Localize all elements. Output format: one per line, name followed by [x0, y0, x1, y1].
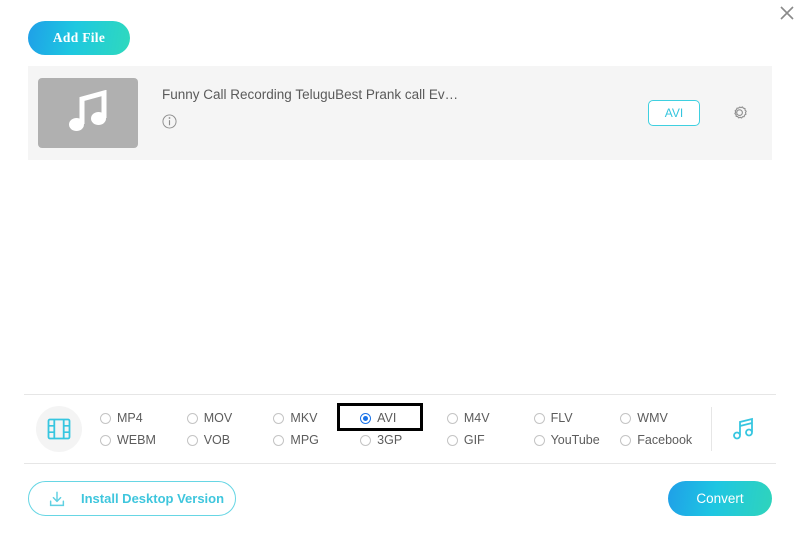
format-selection-bar: MP4 MOV MKV AVI M4V FLV WMV WEBM VOB MPG…	[24, 394, 776, 464]
format-option-vob[interactable]: VOB	[185, 429, 272, 451]
format-option-mpg[interactable]: MPG	[271, 429, 358, 451]
film-strip-icon	[46, 416, 72, 442]
format-option-label: MOV	[204, 411, 232, 425]
format-options-grid: MP4 MOV MKV AVI M4V FLV WMV WEBM VOB MPG…	[98, 407, 705, 451]
file-settings-button[interactable]	[728, 102, 750, 124]
file-meta: Funny Call Recording TeluguBest Prank ca…	[162, 86, 612, 129]
close-icon	[779, 5, 795, 21]
music-note-icon	[64, 90, 112, 136]
file-row[interactable]: Funny Call Recording TeluguBest Prank ca…	[28, 66, 772, 160]
radio-flv[interactable]	[534, 413, 545, 424]
format-option-label: MPG	[290, 433, 318, 447]
radio-avi[interactable]	[360, 413, 371, 424]
install-desktop-version-button[interactable]: Install Desktop Version	[28, 481, 236, 516]
format-option-facebook[interactable]: Facebook	[618, 429, 705, 451]
music-note-icon	[729, 414, 759, 444]
download-icon	[47, 489, 67, 509]
radio-facebook[interactable]	[620, 435, 631, 446]
close-window-button[interactable]	[776, 2, 798, 24]
add-file-area: Add File	[28, 21, 130, 55]
format-option-mkv[interactable]: MKV	[271, 407, 358, 429]
install-desktop-version-label: Install Desktop Version	[81, 491, 224, 506]
format-option-label: AVI	[377, 411, 396, 425]
format-option-3gp[interactable]: 3GP	[358, 429, 445, 451]
radio-webm[interactable]	[100, 435, 111, 446]
radio-wmv[interactable]	[620, 413, 631, 424]
audio-category-button[interactable]	[712, 414, 776, 444]
radio-gif[interactable]	[447, 435, 458, 446]
format-option-label: Facebook	[637, 433, 692, 447]
format-option-label: WMV	[637, 411, 668, 425]
radio-mov[interactable]	[187, 413, 198, 424]
output-format-button[interactable]: AVI	[648, 100, 700, 126]
format-option-label: M4V	[464, 411, 490, 425]
video-category-button[interactable]	[36, 406, 82, 452]
file-thumbnail	[38, 78, 138, 148]
format-option-wmv[interactable]: WMV	[618, 407, 705, 429]
format-option-label: MP4	[117, 411, 143, 425]
radio-mpg[interactable]	[273, 435, 284, 446]
radio-3gp[interactable]	[360, 435, 371, 446]
info-icon[interactable]	[162, 114, 177, 129]
convert-button[interactable]: Convert	[668, 481, 772, 516]
format-option-avi[interactable]: AVI	[358, 407, 445, 429]
gear-icon	[728, 102, 750, 124]
radio-mp4[interactable]	[100, 413, 111, 424]
format-option-label: GIF	[464, 433, 485, 447]
format-option-mp4[interactable]: MP4	[98, 407, 185, 429]
format-option-mov[interactable]: MOV	[185, 407, 272, 429]
radio-mkv[interactable]	[273, 413, 284, 424]
format-option-label: WEBM	[117, 433, 156, 447]
format-option-gif[interactable]: GIF	[445, 429, 532, 451]
file-name: Funny Call Recording TeluguBest Prank ca…	[162, 86, 612, 104]
format-option-flv[interactable]: FLV	[532, 407, 619, 429]
add-file-button[interactable]: Add File	[28, 21, 130, 55]
format-option-label: MKV	[290, 411, 317, 425]
radio-youtube[interactable]	[534, 435, 545, 446]
format-option-label: FLV	[551, 411, 573, 425]
format-option-label: YouTube	[551, 433, 600, 447]
format-option-webm[interactable]: WEBM	[98, 429, 185, 451]
format-option-label: 3GP	[377, 433, 402, 447]
radio-vob[interactable]	[187, 435, 198, 446]
radio-m4v[interactable]	[447, 413, 458, 424]
format-option-youtube[interactable]: YouTube	[532, 429, 619, 451]
format-option-label: VOB	[204, 433, 230, 447]
format-option-m4v[interactable]: M4V	[445, 407, 532, 429]
